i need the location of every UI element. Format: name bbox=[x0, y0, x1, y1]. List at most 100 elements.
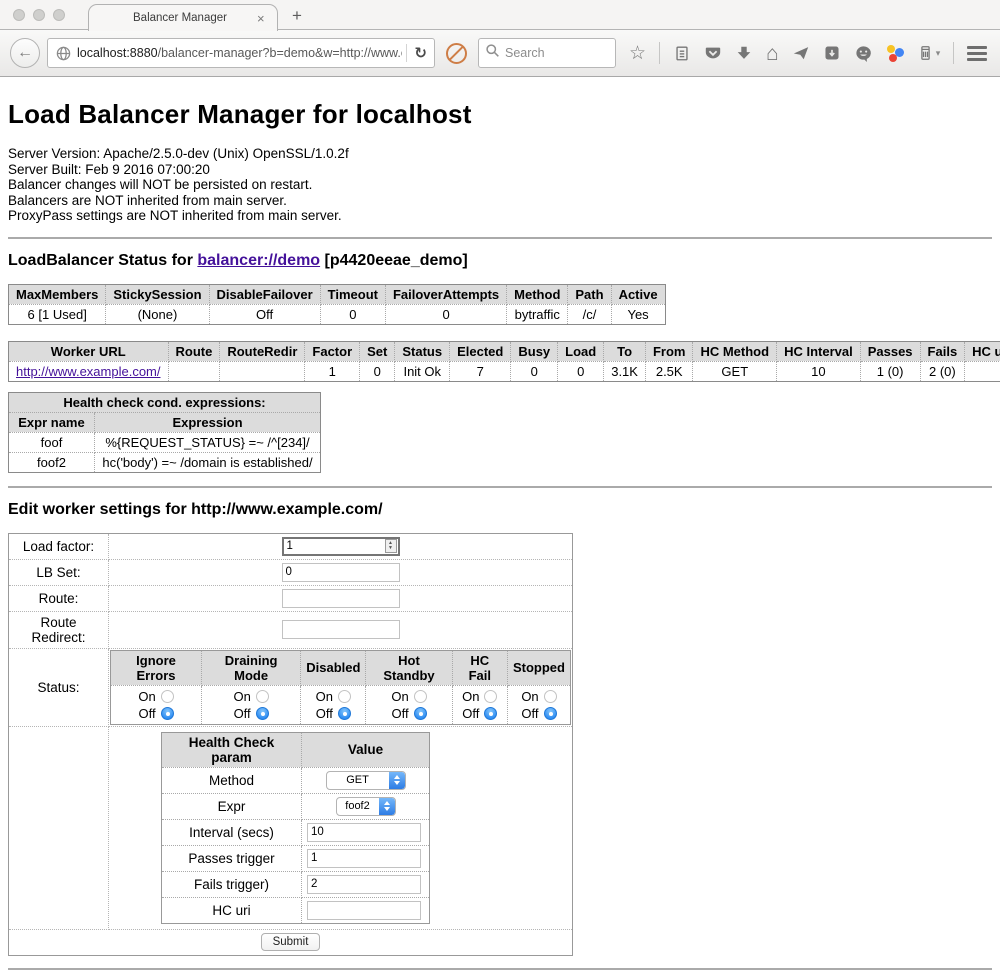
col-draining-mode: Draining Mode bbox=[202, 650, 301, 685]
radio-hot-standby-off[interactable] bbox=[414, 707, 427, 720]
radio-ignore-errors-on[interactable] bbox=[161, 690, 174, 703]
radio-draining-mode-off[interactable] bbox=[256, 707, 269, 720]
cell-disablefailover: Off bbox=[209, 304, 320, 324]
balancer-demo-link[interactable]: balancer://demo bbox=[197, 252, 320, 269]
worker-status-table: Worker URL Route RouteRedir Factor Set S… bbox=[8, 341, 1000, 382]
status-cell-hot-standby: On Off bbox=[366, 685, 452, 724]
downloads-icon[interactable] bbox=[735, 44, 753, 62]
radio-stopped-off[interactable] bbox=[544, 707, 557, 720]
browser-tab[interactable]: Balancer Manager × bbox=[88, 4, 278, 31]
number-spinner-icon[interactable]: ▲▼ bbox=[385, 539, 397, 553]
radio-disabled-on[interactable] bbox=[338, 690, 351, 703]
url-text[interactable]: localhost:8880/balancer-manager?b=demo&w… bbox=[77, 46, 402, 60]
radio-draining-mode-on[interactable] bbox=[256, 690, 269, 703]
lb-set-input[interactable] bbox=[282, 563, 400, 582]
save-to-device-icon[interactable] bbox=[823, 44, 841, 62]
hc-method-select[interactable]: GET bbox=[326, 771, 406, 790]
col-method: Method bbox=[507, 284, 568, 304]
divider bbox=[8, 968, 992, 970]
load-factor-label: Load factor: bbox=[9, 533, 109, 559]
window-minimize-button[interactable] bbox=[33, 9, 45, 21]
worker-url-link[interactable]: http://www.example.com/ bbox=[16, 364, 161, 379]
hc-interval-input[interactable] bbox=[307, 823, 421, 842]
reload-icon[interactable]: ↻ bbox=[411, 44, 430, 62]
on-label: On bbox=[391, 688, 408, 705]
new-tab-button[interactable]: + bbox=[292, 6, 302, 26]
search-icon bbox=[485, 43, 500, 63]
home-icon[interactable]: ⌂ bbox=[766, 44, 779, 63]
col-failoverattempts: FailoverAttempts bbox=[385, 284, 506, 304]
route-redirect-label: Route Redirect: bbox=[9, 611, 109, 648]
divider bbox=[8, 237, 992, 239]
off-label: Off bbox=[462, 705, 479, 722]
col-expr-name: Expr name bbox=[9, 412, 95, 432]
back-button[interactable]: ← bbox=[10, 38, 40, 68]
page-content: Load Balancer Manager for localhost Serv… bbox=[0, 77, 1000, 970]
hc-fails-label: Fails trigger) bbox=[162, 871, 302, 897]
window-close-button[interactable] bbox=[13, 9, 25, 21]
col-factor: Factor bbox=[305, 341, 360, 361]
chat-smiley-icon[interactable] bbox=[854, 44, 873, 63]
table-row: On Off On Off On Off bbox=[111, 685, 571, 724]
search-bar[interactable] bbox=[478, 38, 616, 68]
status-cell-draining-mode: On Off bbox=[202, 685, 301, 724]
load-factor-input[interactable]: 1 ▲▼ bbox=[282, 537, 400, 556]
table-header-row: Ignore Errors Draining Mode Disabled Hot… bbox=[111, 650, 571, 685]
select-stepper-icon bbox=[389, 772, 405, 789]
status-options-table: Ignore Errors Draining Mode Disabled Hot… bbox=[110, 650, 571, 725]
off-label: Off bbox=[391, 705, 408, 722]
url-host: localhost:8880 bbox=[77, 46, 158, 60]
hc-row-fails: Fails trigger) bbox=[162, 871, 430, 897]
pocket-icon[interactable] bbox=[704, 44, 722, 62]
col-hc-param: Health Check param bbox=[162, 732, 302, 767]
route-input[interactable] bbox=[282, 589, 400, 608]
cell-routeredir bbox=[220, 361, 305, 381]
hc-fails-input[interactable] bbox=[307, 875, 421, 894]
form-row-route: Route: bbox=[9, 585, 573, 611]
hc-uri-input[interactable] bbox=[307, 901, 421, 920]
col-hc-method: HC Method bbox=[693, 341, 777, 361]
submit-button[interactable]: Submit bbox=[261, 933, 321, 951]
content-blocked-icon[interactable] bbox=[446, 43, 467, 64]
on-label: On bbox=[233, 688, 250, 705]
col-maxmembers: MaxMembers bbox=[9, 284, 106, 304]
off-label: Off bbox=[234, 705, 251, 722]
radio-hc-fail-on[interactable] bbox=[484, 690, 497, 703]
radio-ignore-errors-off[interactable] bbox=[161, 707, 174, 720]
menu-icon[interactable] bbox=[967, 46, 987, 61]
chevron-down-icon[interactable]: ▾ bbox=[936, 48, 941, 59]
cell-fails: 2 (0) bbox=[920, 361, 965, 381]
cell-route bbox=[168, 361, 220, 381]
tab-close-icon[interactable]: × bbox=[257, 11, 277, 26]
col-busy: Busy bbox=[511, 341, 558, 361]
cell-stickysession: (None) bbox=[106, 304, 209, 324]
bookmarks-list-icon[interactable] bbox=[673, 44, 691, 62]
window-controls[interactable] bbox=[13, 9, 65, 21]
bookmark-star-icon[interactable]: ☆ bbox=[629, 44, 646, 63]
colored-dots-extension-icon[interactable] bbox=[886, 44, 904, 62]
radio-hc-fail-off[interactable] bbox=[484, 707, 497, 720]
container-extension-icon[interactable]: ▾ bbox=[917, 44, 941, 62]
lb-status-heading-suffix: [p4420eeae_demo] bbox=[320, 252, 468, 269]
hc-method-label: Method bbox=[162, 767, 302, 793]
radio-hot-standby-on[interactable] bbox=[414, 690, 427, 703]
search-input[interactable] bbox=[505, 46, 600, 60]
radio-stopped-on[interactable] bbox=[544, 690, 557, 703]
col-hc-fail: HC Fail bbox=[452, 650, 507, 685]
hc-uri-label: HC uri bbox=[162, 897, 302, 923]
on-label: On bbox=[316, 688, 333, 705]
hc-row-interval: Interval (secs) bbox=[162, 819, 430, 845]
hc-expr-select[interactable]: foof2 bbox=[336, 797, 396, 816]
radio-disabled-off[interactable] bbox=[338, 707, 351, 720]
col-routeredir: RouteRedir bbox=[220, 341, 305, 361]
status-label: Status: bbox=[9, 648, 109, 726]
hc-row-passes: Passes trigger bbox=[162, 845, 430, 871]
route-redirect-input[interactable] bbox=[282, 620, 400, 639]
select-stepper-icon bbox=[379, 798, 395, 815]
page-title: Load Balancer Manager for localhost bbox=[8, 99, 992, 130]
hc-passes-input[interactable] bbox=[307, 849, 421, 868]
cell-load: 0 bbox=[558, 361, 604, 381]
window-zoom-button[interactable] bbox=[53, 9, 65, 21]
url-bar[interactable]: localhost:8880/balancer-manager?b=demo&w… bbox=[47, 38, 435, 68]
send-plane-icon[interactable] bbox=[792, 44, 810, 62]
